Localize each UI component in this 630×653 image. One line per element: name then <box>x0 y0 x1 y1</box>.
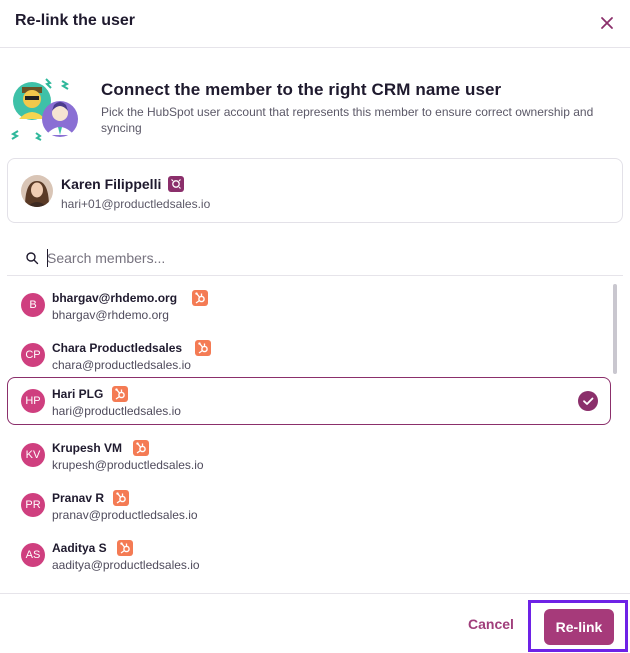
search-input[interactable] <box>47 246 607 270</box>
user-name: Aaditya S <box>52 541 107 555</box>
intro-description: Pick the HubSpot user account that repre… <box>101 105 594 135</box>
user-name: bhargav@rhdemo.org <box>52 291 178 305</box>
relink-button[interactable]: Re-link <box>544 609 614 645</box>
avatar: CP <box>21 343 45 367</box>
relink-modal: Re-link the user Connect the member to t… <box>0 0 630 653</box>
list-item[interactable]: CP Chara Productledsales chara@productle… <box>7 331 611 379</box>
user-email: hari@productledsales.io <box>52 404 181 418</box>
user-name: Hari PLG <box>52 387 104 401</box>
modal-header: Re-link the user <box>0 0 630 48</box>
avatar: PR <box>21 493 45 517</box>
list-item-selected[interactable]: HP Hari PLG hari@productledsales.io <box>7 377 611 425</box>
list-item[interactable]: PR Pranav R pranav@productledsales.io <box>7 481 611 529</box>
avatar: AS <box>21 543 45 567</box>
user-email: pranav@productledsales.io <box>52 508 198 522</box>
user-name: Krupesh VM <box>52 441 123 455</box>
member-avatar <box>21 175 53 207</box>
hubspot-icon <box>195 340 211 356</box>
hubspot-icon <box>112 386 128 402</box>
user-email: krupesh@productledsales.io <box>52 458 204 472</box>
user-name: Pranav R <box>52 491 105 505</box>
member-card: Karen Filippelli hari+01@productledsales… <box>7 158 623 223</box>
search-icon <box>26 252 39 265</box>
close-icon <box>601 17 613 29</box>
close-button[interactable] <box>596 12 618 34</box>
list-item[interactable]: KV Krupesh VM krupesh@productledsales.io <box>7 431 611 479</box>
hubspot-icon <box>117 540 133 556</box>
connect-users-illustration-icon <box>10 75 82 141</box>
user-list[interactable]: B bhargav@rhdemo.org bhargav@rhdemo.org … <box>0 277 630 587</box>
list-item[interactable]: B bhargav@rhdemo.org bhargav@rhdemo.org <box>7 281 611 329</box>
modal-title: Re-link the user <box>15 12 136 29</box>
user-name: Chara Productledsales <box>52 341 183 355</box>
checkmark-icon <box>578 391 598 411</box>
avatar: B <box>21 293 45 317</box>
list-item[interactable]: AS Aaditya S aaditya@productledsales.io <box>7 531 611 579</box>
hubspot-icon <box>113 490 129 506</box>
crm-badge-icon <box>168 176 184 192</box>
list-scrollbar[interactable] <box>613 284 617 374</box>
user-email: bhargav@rhdemo.org <box>52 308 169 322</box>
search-bar <box>7 240 623 276</box>
user-email: aaditya@productledsales.io <box>52 558 200 572</box>
intro-title: Connect the member to the right CRM name… <box>101 80 502 99</box>
cancel-button[interactable]: Cancel <box>468 616 514 632</box>
hubspot-icon <box>133 440 149 456</box>
hubspot-icon <box>192 290 208 306</box>
modal-footer: Cancel Re-link <box>0 593 630 653</box>
user-email: chara@productledsales.io <box>52 358 191 372</box>
intro-section: Connect the member to the right CRM name… <box>0 60 630 150</box>
avatar: KV <box>21 443 45 467</box>
member-email: hari+01@productledsales.io <box>61 197 211 211</box>
avatar: HP <box>21 389 45 413</box>
member-name: Karen Filippelli <box>61 176 162 192</box>
